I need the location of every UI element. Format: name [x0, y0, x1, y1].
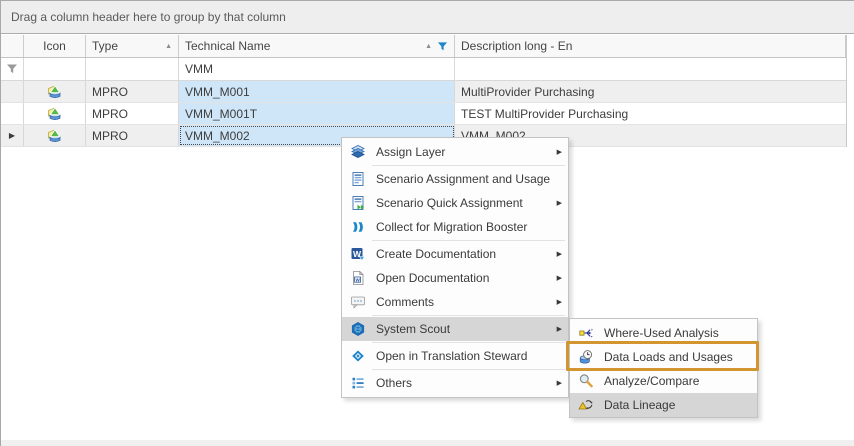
group-by-panel[interactable]: Drag a column header here to group by th… [1, 0, 854, 34]
menu-item-scenario-assignment[interactable]: Scenario Assignment and Usage [342, 167, 568, 191]
group-by-panel-text: Drag a column header here to group by th… [11, 10, 286, 24]
menu-separator [372, 369, 565, 370]
menu-item-collect-migration-booster[interactable]: Collect for Migration Booster [342, 215, 568, 239]
menu-item-label: Open Documentation [376, 271, 552, 285]
submenu-arrow-icon: ▶ [552, 379, 562, 387]
description-cell[interactable]: MultiProvider Purchasing [455, 81, 846, 102]
menu-item-label: Analyze/Compare [604, 374, 751, 388]
filter-value: VMM [185, 62, 213, 76]
menu-separator [372, 165, 565, 166]
menu-item-open-translation-steward[interactable]: Open in Translation Steward [342, 344, 568, 368]
focused-row-arrow-icon: ▶ [9, 131, 15, 140]
row-indicator-cell [1, 81, 24, 102]
multiprovider-icon [47, 128, 63, 144]
app-window: Drag a column header here to group by th… [0, 0, 854, 446]
submenu-arrow-icon: ▶ [552, 325, 562, 333]
multiprovider-icon [47, 84, 63, 100]
row-indicator-cell [1, 103, 24, 124]
magnifier-icon [578, 373, 594, 389]
filter-row-indicator [1, 58, 24, 80]
submenu-item-data-lineage[interactable]: Data Lineage [570, 393, 757, 417]
menu-item-label: Scenario Quick Assignment [376, 196, 552, 210]
type-cell[interactable]: MPRO [86, 125, 179, 146]
menu-item-label: Assign Layer [376, 145, 552, 159]
column-header-row: Icon Type ▲ Technical Name ▲ Description… [1, 35, 846, 58]
filter-input-description[interactable] [455, 58, 846, 80]
menu-item-comments[interactable]: Comments ▶ [342, 290, 568, 314]
filter-row-icon [6, 63, 18, 75]
technical-name-cell[interactable]: VMM_M001 [179, 81, 455, 102]
header-indicator-cell [1, 35, 24, 57]
submenu-arrow-icon: ▶ [552, 298, 562, 306]
description-cell[interactable]: TEST MultiProvider Purchasing [455, 103, 846, 124]
filter-row: VMM [1, 58, 846, 81]
menu-item-others[interactable]: Others ▶ [342, 371, 568, 395]
sort-asc-icon: ▲ [161, 43, 172, 50]
menu-item-assign-layer[interactable]: Assign Layer ▶ [342, 140, 568, 164]
menu-item-label: Data Lineage [604, 398, 751, 412]
lineage-icon [578, 397, 594, 413]
row-icon-cell [24, 125, 86, 146]
svg-text:w: w [354, 277, 360, 283]
column-header-label: Technical Name [185, 39, 270, 53]
menu-item-create-documentation[interactable]: W Create Documentation ▶ [342, 242, 568, 266]
where-used-icon [578, 325, 594, 341]
list-icon [350, 375, 366, 391]
menu-item-label: Create Documentation [376, 247, 552, 261]
menu-separator [372, 342, 565, 343]
annotation-highlight-box [566, 341, 759, 371]
document-lines-icon [350, 171, 366, 187]
submenu-arrow-icon: ▶ [552, 274, 562, 282]
menu-item-open-documentation[interactable]: w Open Documentation ▶ [342, 266, 568, 290]
filter-input-type[interactable] [86, 58, 179, 80]
technical-name-cell[interactable]: VMM_M001T [179, 103, 455, 124]
menu-separator [372, 315, 565, 316]
diamond-icon [350, 348, 366, 364]
filter-input-technical-name[interactable]: VMM [179, 58, 455, 80]
context-menu: Assign Layer ▶ Scenario Assignment and U… [341, 137, 569, 398]
table-row[interactable]: MPRO VMM_M001T TEST MultiProvider Purcha… [1, 103, 846, 125]
menu-item-label: System Scout [376, 322, 552, 336]
hexagon-globe-icon [350, 321, 366, 337]
menu-item-scenario-quick-assignment[interactable]: Scenario Quick Assignment ▶ [342, 191, 568, 215]
menu-item-label: Where-Used Analysis [604, 326, 751, 340]
menu-item-label: Open in Translation Steward [376, 349, 552, 363]
filter-active-icon[interactable] [437, 41, 448, 52]
menu-item-label: Others [376, 376, 552, 390]
word-doc-icon: w [350, 270, 366, 286]
column-header-label: Description long - En [461, 39, 572, 53]
type-cell[interactable]: MPRO [86, 81, 179, 102]
multiprovider-icon [47, 106, 63, 122]
table-row[interactable]: MPRO VMM_M001 MultiProvider Purchasing [1, 81, 846, 103]
submenu-item-analyze-compare[interactable]: Analyze/Compare [570, 369, 757, 393]
row-icon-cell [24, 103, 86, 124]
menu-item-system-scout[interactable]: System Scout ▶ [342, 317, 568, 341]
submenu-arrow-icon: ▶ [552, 199, 562, 207]
menu-item-label: Collect for Migration Booster [376, 220, 552, 234]
double-chevron-icon [350, 219, 366, 235]
column-header-type[interactable]: Type ▲ [86, 35, 179, 57]
layers-icon [350, 144, 366, 160]
column-header-technical-name[interactable]: Technical Name ▲ [179, 35, 455, 57]
menu-item-label: Scenario Assignment and Usage [376, 172, 552, 186]
word-new-icon: W [350, 246, 366, 262]
type-cell[interactable]: MPRO [86, 103, 179, 124]
column-header-icon[interactable]: Icon [24, 35, 86, 57]
document-fast-icon [350, 195, 366, 211]
column-header-label: Type [92, 39, 118, 53]
column-header-label: Icon [43, 39, 66, 53]
menu-separator [372, 240, 565, 241]
menu-item-label: Comments [376, 295, 552, 309]
sort-asc-icon: ▲ [421, 43, 432, 50]
data-grid: Icon Type ▲ Technical Name ▲ Description… [1, 35, 847, 147]
column-header-description[interactable]: Description long - En [455, 35, 846, 57]
row-indicator-cell: ▶ [1, 125, 24, 146]
speech-bubble-icon [350, 294, 366, 310]
filter-input-icon[interactable] [24, 58, 86, 80]
submenu-arrow-icon: ▶ [552, 148, 562, 156]
submenu-arrow-icon: ▶ [552, 250, 562, 258]
window-bottom-edge [1, 440, 854, 446]
row-icon-cell [24, 81, 86, 102]
